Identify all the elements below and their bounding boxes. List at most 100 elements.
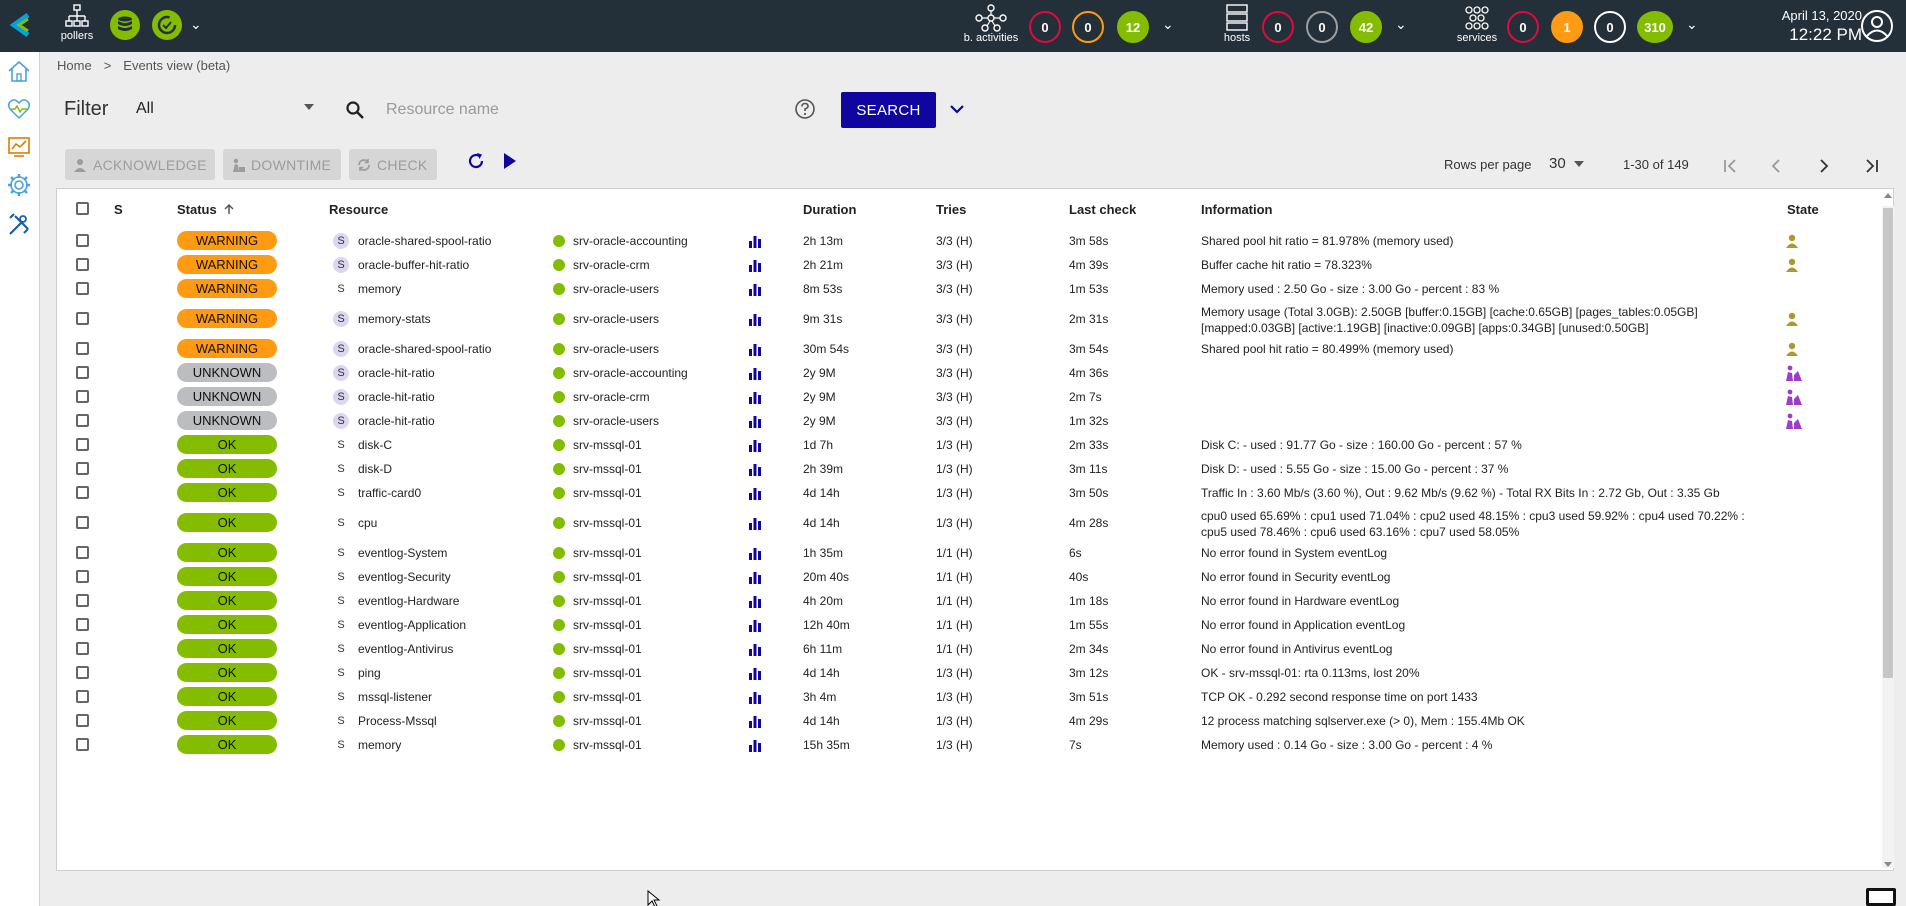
hosts-down-count[interactable]: 0 — [1262, 11, 1294, 43]
row-checkbox[interactable] — [76, 738, 89, 751]
services-menu[interactable]: services — [1450, 4, 1504, 44]
table-row[interactable]: OK S ping srv-mssql-01 4d 14h 1/3 (H) 3m… — [57, 661, 1877, 685]
host-name[interactable]: srv-mssql-01 — [573, 594, 642, 608]
resource-name[interactable]: traffic-card0 — [358, 486, 421, 500]
bar-chart-icon[interactable] — [748, 390, 762, 404]
activities-warning-count[interactable]: 0 — [1072, 11, 1104, 43]
bar-chart-icon[interactable] — [748, 414, 762, 428]
bar-chart-icon[interactable] — [748, 258, 762, 272]
resource-name[interactable]: memory — [358, 738, 401, 752]
activities-menu[interactable]: b. activities — [958, 4, 1024, 44]
col-header-resource[interactable]: Resource — [329, 202, 388, 217]
first-page-icon[interactable] — [1719, 155, 1741, 177]
host-name[interactable]: srv-mssql-01 — [573, 462, 642, 476]
next-page-icon[interactable] — [1813, 155, 1835, 177]
services-unknown-count[interactable]: 0 — [1594, 11, 1626, 43]
resource-name[interactable]: memory-stats — [358, 312, 431, 326]
row-checkbox[interactable] — [76, 642, 89, 655]
administration-tools-icon[interactable] — [6, 212, 32, 238]
row-checkbox[interactable] — [76, 366, 89, 379]
bar-chart-icon[interactable] — [748, 438, 762, 452]
host-name[interactable]: srv-oracle-users — [573, 414, 659, 428]
host-name[interactable]: srv-mssql-01 — [573, 546, 642, 560]
host-name[interactable]: srv-oracle-crm — [573, 390, 650, 404]
chevron-down-icon[interactable]: ⌄ — [1686, 16, 1698, 33]
host-name[interactable]: srv-oracle-accounting — [573, 366, 688, 380]
search-button[interactable]: SEARCH — [841, 92, 936, 128]
table-row[interactable]: OK S disk-D srv-mssql-01 2h 39m 1/3 (H) … — [57, 457, 1877, 481]
resource-name[interactable]: cpu — [358, 516, 377, 530]
resource-search-input[interactable] — [386, 96, 826, 124]
host-name[interactable]: srv-oracle-users — [573, 312, 659, 326]
centreon-logo[interactable] — [6, 10, 36, 40]
host-name[interactable]: srv-mssql-01 — [573, 690, 642, 704]
row-checkbox[interactable] — [76, 570, 89, 583]
bar-chart-icon[interactable] — [748, 234, 762, 248]
host-name[interactable]: srv-mssql-01 — [573, 486, 642, 500]
col-header-state[interactable]: State — [1787, 202, 1819, 217]
resource-name[interactable]: Process-Mssql — [358, 714, 437, 728]
resource-name[interactable]: oracle-hit-ratio — [358, 390, 435, 404]
scroll-up-arrow-icon[interactable] — [1884, 193, 1892, 198]
chevron-down-icon[interactable]: ⌄ — [190, 16, 202, 33]
bar-chart-icon[interactable] — [748, 546, 762, 560]
resource-name[interactable]: memory — [358, 282, 401, 296]
row-checkbox[interactable] — [76, 462, 89, 475]
table-row[interactable]: OK S eventlog-Application srv-mssql-01 1… — [57, 613, 1877, 637]
resource-name[interactable]: disk-D — [358, 462, 392, 476]
row-checkbox[interactable] — [76, 618, 89, 631]
row-checkbox[interactable] — [76, 312, 89, 325]
refresh-icon[interactable] — [466, 151, 486, 171]
bar-chart-icon[interactable] — [748, 570, 762, 584]
host-name[interactable]: srv-mssql-01 — [573, 666, 642, 680]
host-name[interactable]: srv-mssql-01 — [573, 714, 642, 728]
scrollbar-thumb[interactable] — [1883, 208, 1893, 678]
col-header-information[interactable]: Information — [1201, 202, 1273, 217]
services-warning-count[interactable]: 1 — [1551, 11, 1583, 43]
bar-chart-icon[interactable] — [748, 282, 762, 296]
bar-chart-icon[interactable] — [748, 516, 762, 530]
resource-name[interactable]: eventlog-System — [358, 546, 447, 560]
last-page-icon[interactable] — [1861, 155, 1883, 177]
bar-chart-icon[interactable] — [748, 642, 762, 656]
row-checkbox[interactable] — [76, 342, 89, 355]
resource-name[interactable]: eventlog-Hardware — [358, 594, 459, 608]
row-checkbox[interactable] — [76, 516, 89, 529]
host-name[interactable]: srv-mssql-01 — [573, 642, 642, 656]
table-row[interactable]: OK S traffic-card0 srv-mssql-01 4d 14h 1… — [57, 481, 1877, 505]
table-row[interactable]: UNKNOWN S oracle-hit-ratio srv-oracle-us… — [57, 409, 1877, 433]
chevron-down-icon[interactable]: ⌄ — [1162, 16, 1174, 33]
bar-chart-icon[interactable] — [748, 618, 762, 632]
row-checkbox[interactable] — [76, 546, 89, 559]
table-row[interactable]: OK S eventlog-Security srv-mssql-01 20m … — [57, 565, 1877, 589]
row-checkbox[interactable] — [76, 690, 89, 703]
scroll-down-arrow-icon[interactable] — [1884, 862, 1892, 867]
home-icon[interactable] — [6, 58, 32, 84]
resource-name[interactable]: mssql-listener — [358, 690, 432, 704]
table-row[interactable]: OK S disk-C srv-mssql-01 1d 7h 1/3 (H) 2… — [57, 433, 1877, 457]
row-checkbox[interactable] — [76, 390, 89, 403]
row-checkbox[interactable] — [76, 234, 89, 247]
host-name[interactable]: srv-mssql-01 — [573, 438, 642, 452]
bar-chart-icon[interactable] — [748, 462, 762, 476]
row-checkbox[interactable] — [76, 714, 89, 727]
hosts-unreachable-count[interactable]: 0 — [1306, 11, 1338, 43]
acknowledged-icon[interactable] — [1784, 233, 1800, 249]
reporting-icon[interactable] — [6, 134, 32, 160]
database-status-icon[interactable] — [110, 10, 140, 40]
table-row[interactable]: UNKNOWN S oracle-hit-ratio srv-oracle-cr… — [57, 385, 1877, 409]
acknowledge-button[interactable]: ACKNOWLEDGE — [65, 149, 215, 180]
host-name[interactable]: srv-oracle-users — [573, 282, 659, 296]
acknowledged-icon[interactable] — [1784, 341, 1800, 357]
services-critical-count[interactable]: 0 — [1507, 11, 1539, 43]
resource-name[interactable]: oracle-shared-spool-ratio — [358, 342, 491, 356]
bar-chart-icon[interactable] — [748, 366, 762, 380]
acknowledged-icon[interactable] — [1784, 257, 1800, 273]
resource-name[interactable]: oracle-buffer-hit-ratio — [358, 258, 469, 272]
bar-chart-icon[interactable] — [748, 690, 762, 704]
table-row[interactable]: WARNING S oracle-shared-spool-ratio srv-… — [57, 337, 1877, 361]
row-checkbox[interactable] — [76, 594, 89, 607]
monitoring-icon[interactable] — [6, 96, 32, 122]
host-name[interactable]: srv-mssql-01 — [573, 516, 642, 530]
activities-ok-count[interactable]: 12 — [1117, 11, 1149, 43]
